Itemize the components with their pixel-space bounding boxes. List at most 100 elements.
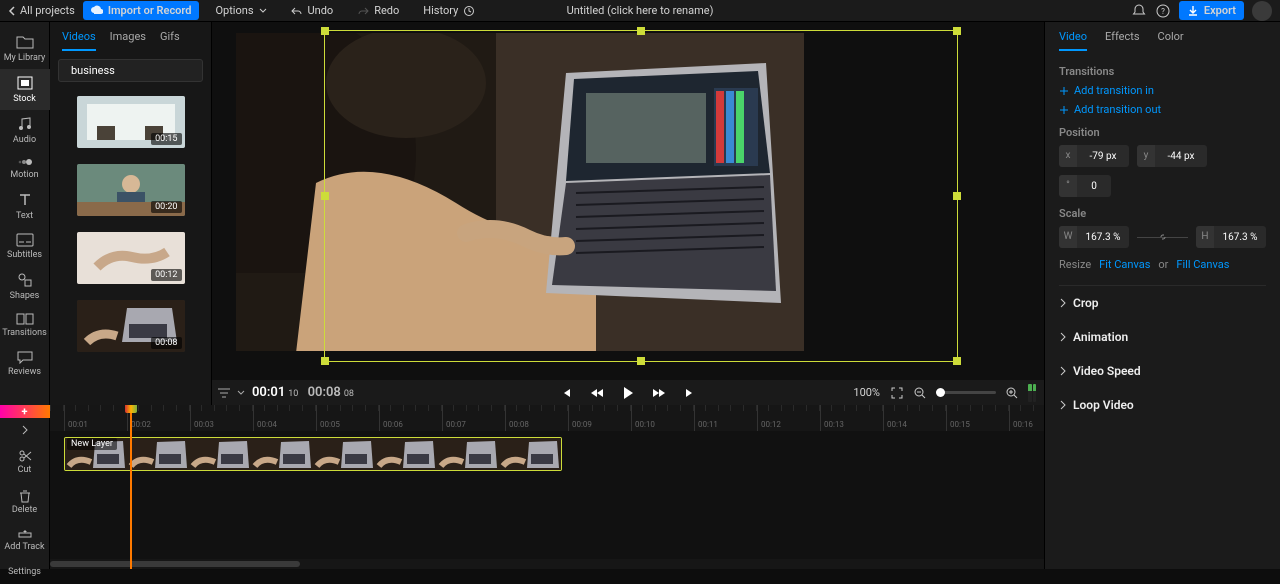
resize-handle[interactable] [953,27,961,35]
add-layer-button[interactable]: + [0,405,50,418]
search-input[interactable] [71,64,211,77]
search-input-wrap[interactable] [58,59,203,82]
project-title[interactable]: Untitled (click here to rename) [567,4,714,17]
fit-canvas-link[interactable]: Fit Canvas [1099,258,1150,271]
timecode: 00:01 10 00:08 08 [252,385,354,400]
settings-button[interactable]: Settings [0,560,50,584]
zoom-out-icon[interactable] [914,387,926,399]
scale-section-title: Scale [1059,207,1266,220]
resize-handle[interactable] [321,192,329,200]
avatar[interactable] [1252,1,1272,21]
crop-label: Crop [1073,296,1099,310]
redo-icon [357,6,369,16]
undo-button[interactable]: Undo [283,1,342,20]
rail-subtitles[interactable]: Subtitles [0,227,50,266]
export-button[interactable]: Export [1179,1,1244,20]
rail-transitions[interactable]: Transitions [0,307,50,344]
skip-start-icon[interactable] [560,387,572,399]
add-transition-in[interactable]: Add transition in [1059,84,1266,97]
skip-end-icon[interactable] [684,387,696,399]
stock-thumb[interactable] [77,164,185,216]
rail-audio[interactable]: Audio [0,110,50,151]
resize-handle[interactable] [637,27,645,35]
transitions-section-title: Transitions [1059,65,1266,78]
timeline-ruler[interactable]: 00:0100:0200:0300:0400:0500:0600:0700:08… [50,405,1044,431]
all-projects-label: All projects [20,4,75,17]
tab-videos[interactable]: Videos [62,30,96,51]
fullscreen-icon[interactable] [890,386,904,400]
cut-label: Cut [18,465,32,475]
media-tabs: Videos Images Gifs [50,22,211,51]
position-x-field[interactable]: x [1059,145,1129,167]
tab-color[interactable]: Color [1158,30,1184,51]
crop-accordion[interactable]: Crop [1059,286,1266,320]
stock-thumb[interactable] [77,300,185,352]
rotation-field[interactable]: ° [1059,175,1111,197]
tab-effects[interactable]: Effects [1105,30,1140,51]
animation-accordion[interactable]: Animation [1059,320,1266,354]
position-y-input[interactable] [1155,151,1207,162]
chevron-down-icon[interactable] [236,388,246,398]
fill-canvas-link[interactable]: Fill Canvas [1176,258,1229,271]
redo-button[interactable]: Redo [349,1,407,20]
rail-my-library[interactable]: My Library [0,28,50,69]
cut-button[interactable]: Cut [0,442,50,482]
rail-text[interactable]: Text [0,186,50,227]
help-icon[interactable]: ? [1155,3,1171,19]
tab-video[interactable]: Video [1059,30,1087,51]
import-button[interactable]: Import or Record [83,1,200,20]
scale-w-field[interactable]: W [1059,226,1129,248]
scale-h-field[interactable]: H [1196,226,1266,248]
add-track-button[interactable]: Add Track [0,522,50,560]
ruler-tick: 00:05 [316,405,340,431]
playhead[interactable] [130,405,132,569]
export-label: Export [1204,4,1236,17]
stock-thumb[interactable] [77,232,185,284]
expand-button[interactable] [0,418,50,442]
resize-handle[interactable] [637,357,645,365]
rail-stock[interactable]: Stock [0,69,50,110]
rail-motion[interactable]: Motion [0,151,50,186]
all-projects-link[interactable]: All projects [8,4,75,17]
bell-icon[interactable] [1131,3,1147,19]
timeline-rail: + Cut Delete Add Track Settings [0,405,50,569]
zoom-in-icon[interactable] [1006,387,1018,399]
delete-button[interactable]: Delete [0,482,50,522]
stock-results [50,90,211,405]
rail-label: Transitions [2,328,47,338]
delete-label: Delete [12,505,37,515]
rewind-icon[interactable] [590,387,604,399]
stock-thumb[interactable] [77,96,185,148]
download-icon [1187,5,1199,17]
add-transition-out[interactable]: Add transition out [1059,103,1266,116]
position-y-field[interactable]: y [1137,145,1207,167]
rail-reviews[interactable]: Reviews [0,344,50,383]
speed-accordion[interactable]: Video Speed [1059,354,1266,388]
loop-accordion[interactable]: Loop Video [1059,388,1266,422]
tab-images[interactable]: Images [110,30,146,51]
rotation-input[interactable] [1077,181,1111,192]
resize-handle[interactable] [953,357,961,365]
resize-handle[interactable] [321,357,329,365]
scale-w-input[interactable] [1077,232,1129,243]
timeline-scrollbar[interactable] [50,559,1044,569]
options-button[interactable]: Options [207,1,274,20]
tab-gifs[interactable]: Gifs [160,30,180,51]
play-icon[interactable] [622,386,634,400]
forward-icon[interactable] [652,387,666,399]
scrollbar-thumb[interactable] [50,561,300,567]
rail-shapes[interactable]: Shapes [0,266,50,307]
timeline-body[interactable]: 00:0100:0200:0300:0400:0500:0600:0700:08… [50,405,1044,569]
video-clip[interactable]: New Layer [64,437,562,471]
resize-handle[interactable] [953,192,961,200]
zoom-knob[interactable] [936,388,945,397]
selection-frame[interactable] [324,30,958,362]
filter-button[interactable] [212,387,236,399]
history-button[interactable]: History [415,1,483,20]
resize-handle[interactable] [321,27,329,35]
position-x-input[interactable] [1077,151,1129,162]
rail-label: Motion [10,170,38,180]
scale-h-input[interactable] [1214,232,1266,243]
scale-link[interactable] [1137,237,1188,238]
zoom-slider[interactable] [936,391,996,394]
